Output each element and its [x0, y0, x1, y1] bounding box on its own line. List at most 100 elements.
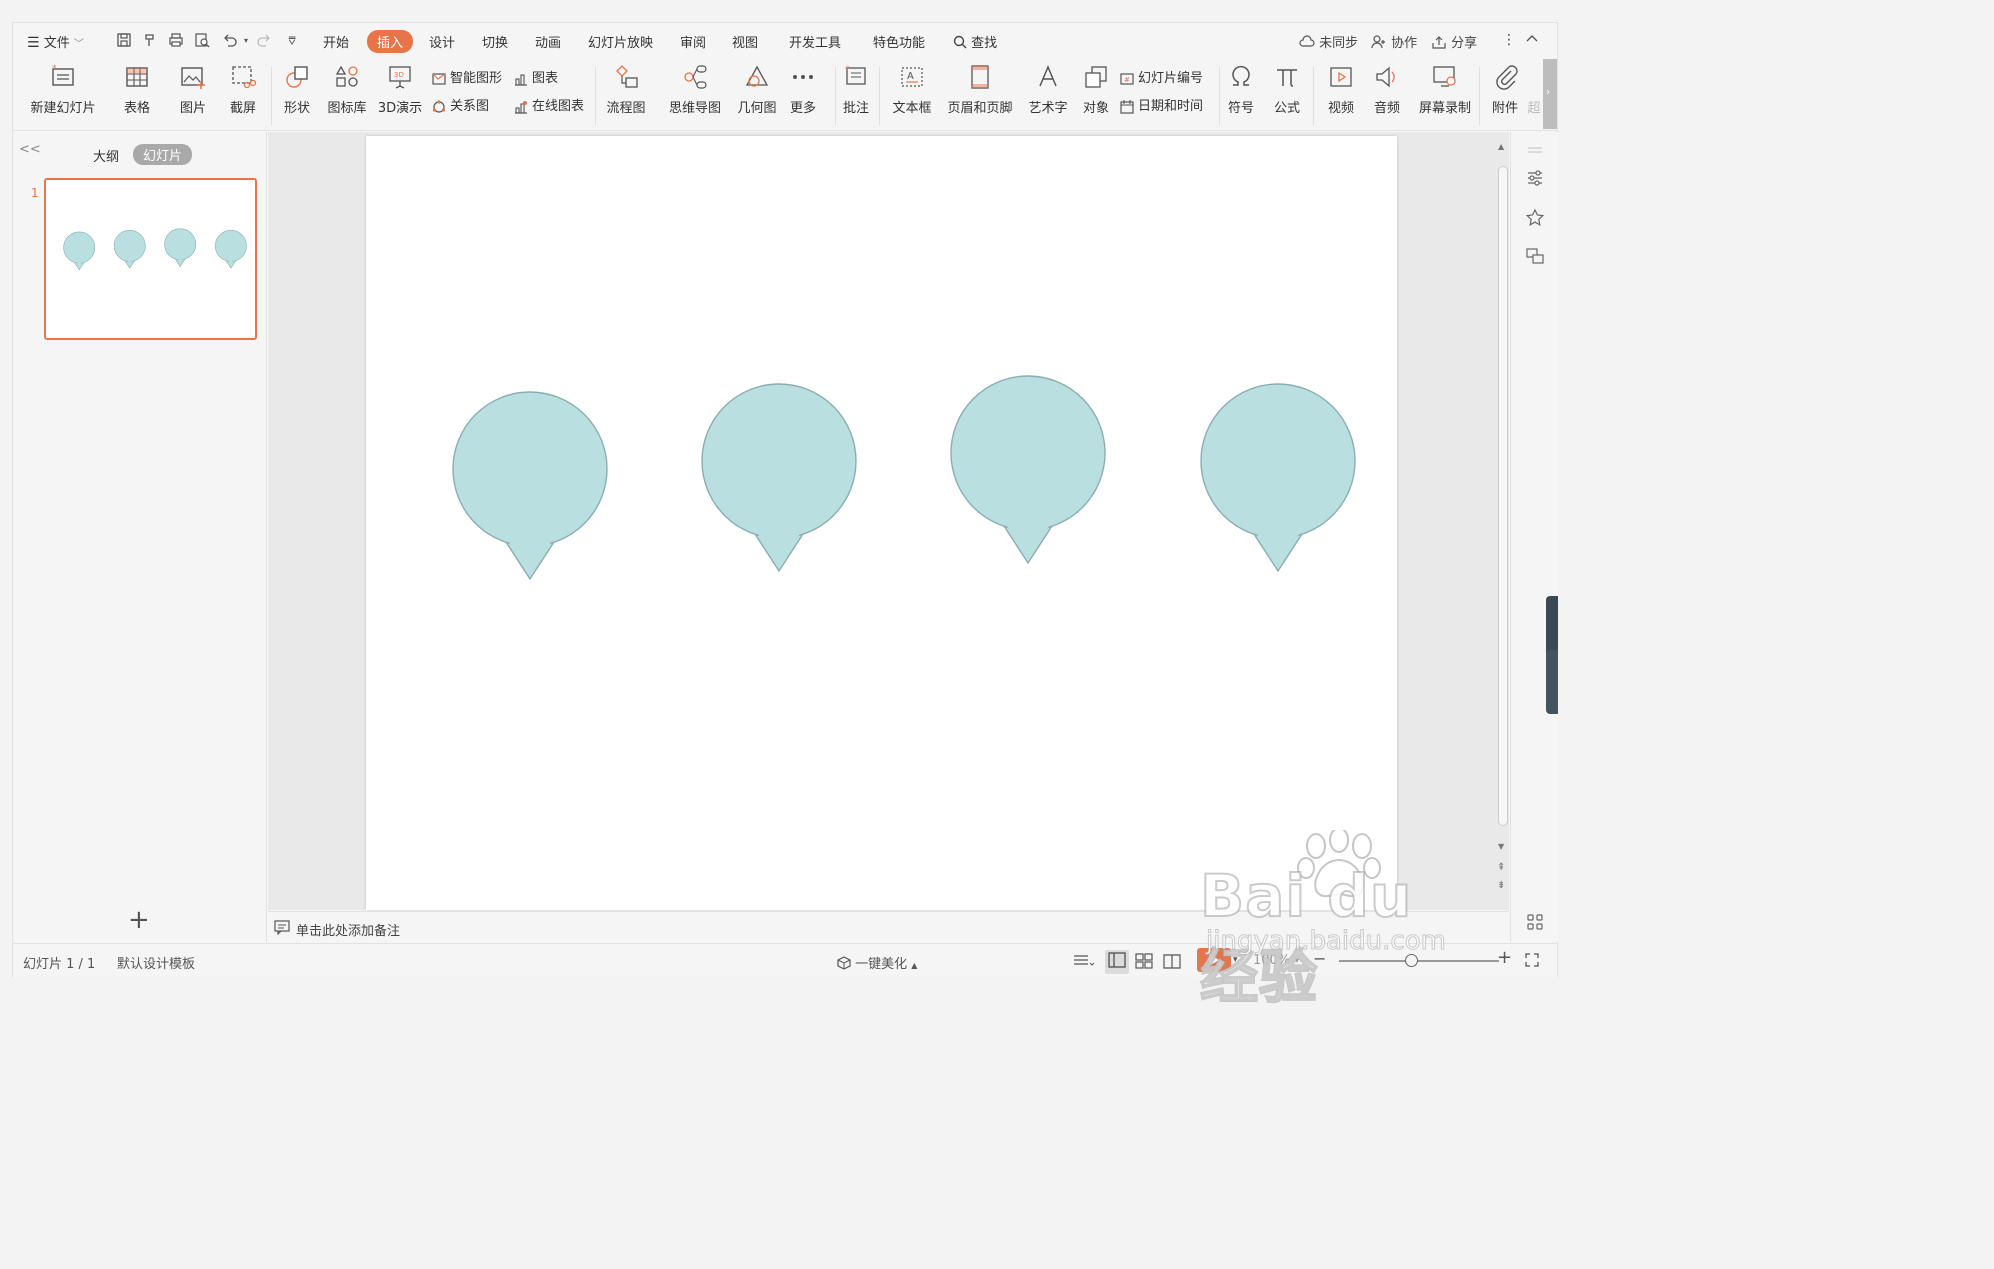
beautify-button[interactable]: 一键美化 ▲	[837, 953, 917, 972]
search-button[interactable]: 查找	[953, 32, 997, 51]
ribbon-divider	[271, 67, 272, 125]
tab-outline[interactable]: 大纲	[93, 146, 119, 165]
pin-shape-4[interactable]	[1200, 383, 1356, 573]
symbol-button[interactable]: 符号	[1223, 63, 1259, 116]
video-icon	[1330, 67, 1352, 87]
chart-button[interactable]: 图表	[513, 67, 558, 87]
formula-button[interactable]: 公式	[1269, 63, 1305, 116]
scroll-down-icon[interactable]: ▼	[1498, 842, 1504, 851]
design-template[interactable]: 默认设计模板	[117, 953, 195, 972]
online-chart-button[interactable]: 在线图表	[513, 95, 584, 115]
zoom-slider[interactable]	[1339, 954, 1499, 967]
vertical-scrollbar[interactable]: ▲ ▼ ⇞ ⇟	[1495, 138, 1509, 908]
geometry-button[interactable]: 几何图	[735, 63, 779, 116]
wordart-button[interactable]: 艺术字	[1023, 63, 1073, 116]
pin-shape-1[interactable]	[452, 391, 608, 581]
scroll-up-icon[interactable]: ▲	[1498, 142, 1504, 151]
transfer-icon[interactable]	[1525, 246, 1545, 266]
3d-demo-button[interactable]: 3D 3D演示	[375, 63, 425, 116]
zoom-level[interactable]: 100%	[1253, 953, 1290, 968]
slideshow-dropdown-icon[interactable]: ▾	[1233, 955, 1238, 965]
zoom-slider-thumb[interactable]	[1405, 954, 1418, 967]
more-vertical-icon[interactable]: ⋮	[1502, 32, 1516, 48]
picture-button[interactable]: 图片	[173, 63, 213, 116]
grid-apps-icon[interactable]	[1525, 912, 1545, 932]
icon-library-button[interactable]: 图标库	[325, 63, 369, 116]
undo-dropdown-icon[interactable]: ▾	[237, 32, 255, 50]
tab-design[interactable]: 设计	[429, 32, 455, 51]
zoom-in-icon[interactable]: +	[1497, 947, 1512, 968]
shape-button[interactable]: 形状	[277, 63, 317, 116]
redo-icon[interactable]	[255, 32, 273, 50]
tab-special[interactable]: 特色功能	[873, 32, 925, 51]
slide-canvas[interactable]	[366, 136, 1397, 910]
notes-toggle-icon[interactable]	[1073, 953, 1095, 973]
textbox-button[interactable]: A 文本框	[887, 63, 937, 116]
tab-home[interactable]: 开始	[323, 32, 349, 51]
format-painter-icon[interactable]	[141, 32, 159, 50]
smart-graphic-button[interactable]: 智能图形	[431, 67, 502, 87]
add-slide-button[interactable]: +	[128, 907, 150, 933]
tab-transitions[interactable]: 切换	[482, 32, 508, 51]
slide-number-button[interactable]: # 幻灯片编号	[1119, 67, 1203, 87]
tab-insert[interactable]: 插入	[367, 30, 414, 53]
tab-view[interactable]: 视图	[732, 32, 758, 51]
save-icon[interactable]	[115, 32, 133, 50]
ribbon-scroll-right[interactable]: ›	[1543, 59, 1557, 129]
video-button[interactable]: 视频	[1321, 63, 1361, 116]
thumbnail-preview	[63, 228, 247, 271]
tab-developer[interactable]: 开发工具	[789, 32, 841, 51]
thumb-pin-shape-3[interactable]	[164, 228, 197, 268]
tab-animation[interactable]: 动画	[535, 32, 561, 51]
tab-slides[interactable]: 幻灯片	[133, 144, 193, 165]
collapse-ribbon-icon[interactable]	[1525, 32, 1539, 50]
comment-button[interactable]: * 批注	[841, 63, 871, 116]
notes-area[interactable]: 单击此处添加备注	[268, 911, 1509, 941]
thumb-pin-shape-4[interactable]	[214, 229, 247, 269]
hyperlink-button-partial[interactable]: 超	[1527, 63, 1541, 116]
object-button[interactable]: 对象	[1081, 63, 1111, 116]
tab-review[interactable]: 审阅	[680, 32, 706, 51]
header-footer-button[interactable]: 页眉和页脚	[947, 63, 1013, 116]
relation-chart-button[interactable]: 关系图	[431, 95, 489, 115]
screen-record-button[interactable]: 屏幕录制	[1417, 63, 1473, 116]
prev-slide-icon[interactable]: ⇞	[1497, 862, 1505, 873]
normal-view-icon[interactable]	[1105, 950, 1129, 974]
flowchart-button[interactable]: 流程图	[601, 63, 651, 116]
datetime-button[interactable]: 日期和时间	[1119, 95, 1203, 115]
star-icon[interactable]	[1525, 208, 1545, 228]
sync-status[interactable]: 未同步	[1299, 32, 1358, 51]
screenshot-button[interactable]: 截屏	[221, 63, 265, 116]
thumb-pin-shape-1[interactable]	[63, 231, 96, 271]
more-button[interactable]: 更多	[785, 63, 821, 116]
reading-view-icon[interactable]	[1163, 953, 1181, 973]
thumb-pin-shape-2[interactable]	[113, 229, 146, 269]
audio-button[interactable]: 音频	[1367, 63, 1407, 116]
slide-sorter-icon[interactable]	[1135, 953, 1153, 973]
new-slide-button[interactable]: * 新建幻灯片	[23, 63, 103, 116]
slide-thumbnail[interactable]	[44, 178, 257, 340]
scroll-thumb[interactable]	[1498, 166, 1508, 826]
panel-handle-icon[interactable]	[1525, 140, 1545, 160]
attachment-button[interactable]: 附件	[1487, 63, 1523, 116]
collaborate-button[interactable]: 协作	[1371, 32, 1417, 51]
share-button[interactable]: 分享	[1431, 32, 1477, 51]
zoom-dropdown-icon[interactable]: ▾	[1295, 956, 1299, 965]
print-preview-icon[interactable]	[193, 32, 211, 50]
customize-toolbar-icon[interactable]: ⩢	[283, 32, 301, 50]
play-slideshow-button[interactable]	[1197, 948, 1231, 972]
fit-window-icon[interactable]	[1525, 953, 1539, 971]
mindmap-button[interactable]: 思维导图	[663, 63, 727, 116]
file-menu[interactable]: ☰ 文件 ﹀	[27, 32, 84, 51]
next-slide-icon[interactable]: ⇟	[1497, 880, 1505, 891]
collapse-pane-icon[interactable]: <<	[19, 142, 41, 157]
tab-slideshow[interactable]: 幻灯片放映	[588, 32, 653, 51]
table-button[interactable]: 表格	[117, 63, 157, 116]
zoom-out-icon[interactable]: −	[1313, 949, 1326, 968]
pin-shape-3[interactable]	[950, 375, 1106, 565]
print-icon[interactable]	[167, 32, 185, 50]
wps-presentation-window: ☰ 文件 ﹀ ▾ ⩢ 开始 插入 设计 切换 动画 幻灯片放映 审阅 视图 开发…	[12, 22, 1558, 977]
settings-sliders-icon[interactable]	[1525, 168, 1545, 188]
edge-widget-bottom[interactable]	[1546, 650, 1558, 714]
pin-shape-2[interactable]	[701, 383, 857, 573]
